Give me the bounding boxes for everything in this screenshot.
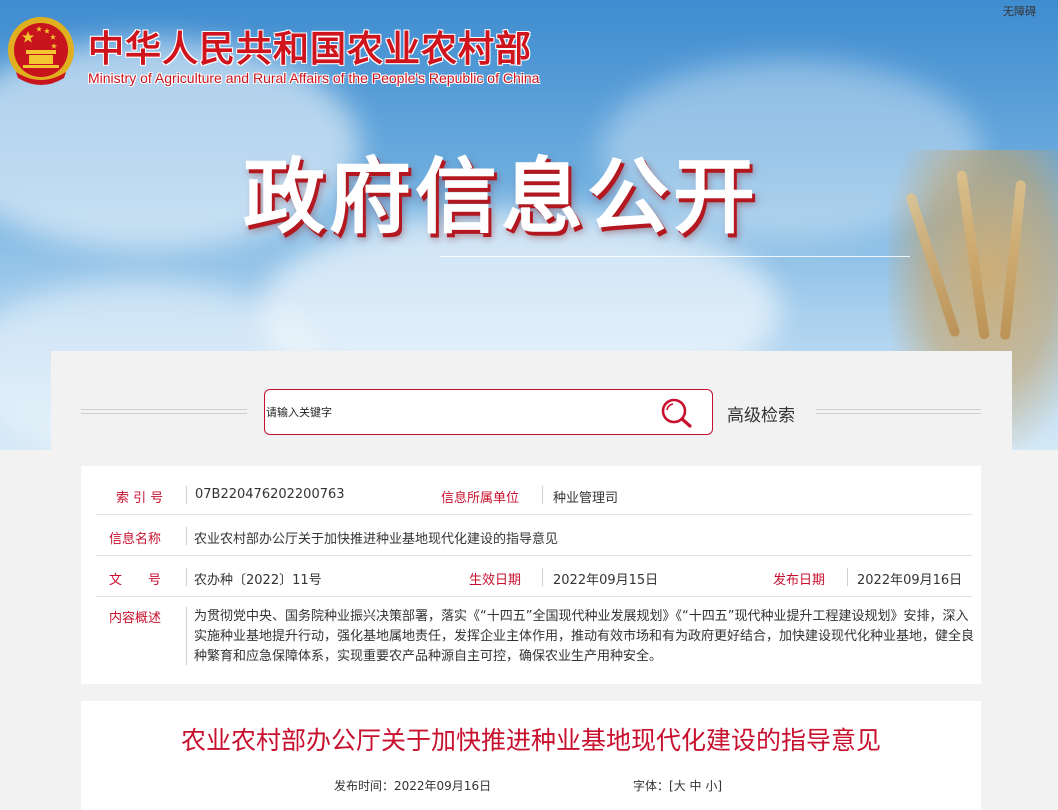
publish-time: 发布时间：2022年09月16日 (334, 779, 492, 793)
decorative-line-left (81, 409, 247, 414)
search-input[interactable] (266, 400, 646, 424)
doc-number-label: 文 号 (109, 573, 162, 588)
info-row-index: 索 引 号 07B220476202200763 信息所属单位 种业管理司 (96, 476, 972, 515)
font-size-medium-link[interactable]: 中 (690, 779, 702, 793)
document-info-table: 索 引 号 07B220476202200763 信息所属单位 种业管理司 信息… (81, 466, 981, 684)
article-header: 农业农村部办公厅关于加快推进种业基地现代化建设的指导意见 发布时间：2022年0… (81, 701, 981, 810)
font-size-label: 字体： (633, 779, 670, 793)
effective-date-value: 2022年09月15日 (553, 573, 659, 588)
search-icon[interactable] (660, 397, 694, 429)
publish-date-label: 发布日期 (773, 573, 826, 588)
decorative-line-right (816, 409, 981, 414)
accessibility-link[interactable]: 无障碍 (1003, 3, 1036, 19)
ministry-name-cn: 中华人民共和国农业农村部 (88, 28, 533, 70)
search-box (264, 389, 713, 435)
unit-label: 信息所属单位 (441, 491, 520, 506)
content-panel: 高级检索 索 引 号 07B220476202200763 信息所属单位 种业管… (51, 351, 1012, 810)
national-emblem-icon (8, 17, 74, 85)
info-row-summary: 内容概述 为贯彻党中央、国务院种业振兴决策部署，落实《“十四五”全国现代种业发展… (96, 597, 975, 675)
font-size-small-link[interactable]: 小 (705, 779, 717, 793)
unit-value: 种业管理司 (553, 491, 619, 506)
info-name-label: 信息名称 (109, 532, 162, 547)
index-number-value: 07B220476202200763 (195, 487, 345, 502)
font-bracket-close: ] (717, 779, 723, 793)
article-title: 农业农村部办公厅关于加快推进种业基地现代化建设的指导意见 (180, 726, 881, 755)
publish-date-value: 2022年09月16日 (857, 573, 963, 588)
index-number-label: 索 引 号 (116, 491, 164, 506)
summary-label: 内容概述 (109, 611, 162, 626)
info-row-name: 信息名称 农业农村部办公厅关于加快推进种业基地现代化建设的指导意见 (96, 515, 972, 556)
banner-title: 政府信息公开 (243, 150, 760, 245)
info-name-value: 农业农村部办公厅关于加快推进种业基地现代化建设的指导意见 (194, 532, 559, 547)
banner-divider (440, 256, 910, 257)
summary-value: 为贯彻党中央、国务院种业振兴决策部署，落实《“十四五”全国现代种业发展规划》《“… (194, 609, 975, 664)
search-row: 高级检索 (81, 389, 981, 435)
effective-date-label: 生效日期 (469, 573, 522, 588)
font-size-large-link[interactable]: 大 (674, 779, 686, 793)
font-size-control: 字体：[大 中 小] (633, 777, 722, 794)
doc-number-value: 农办种〔2022〕11号 (194, 573, 322, 588)
ministry-name-en: Ministry of Agriculture and Rural Affair… (88, 70, 540, 86)
advanced-search-link[interactable]: 高级检索 (727, 401, 795, 426)
info-row-doc: 文 号 农办种〔2022〕11号 生效日期 2022年09月15日 发布日期 2… (96, 556, 972, 597)
